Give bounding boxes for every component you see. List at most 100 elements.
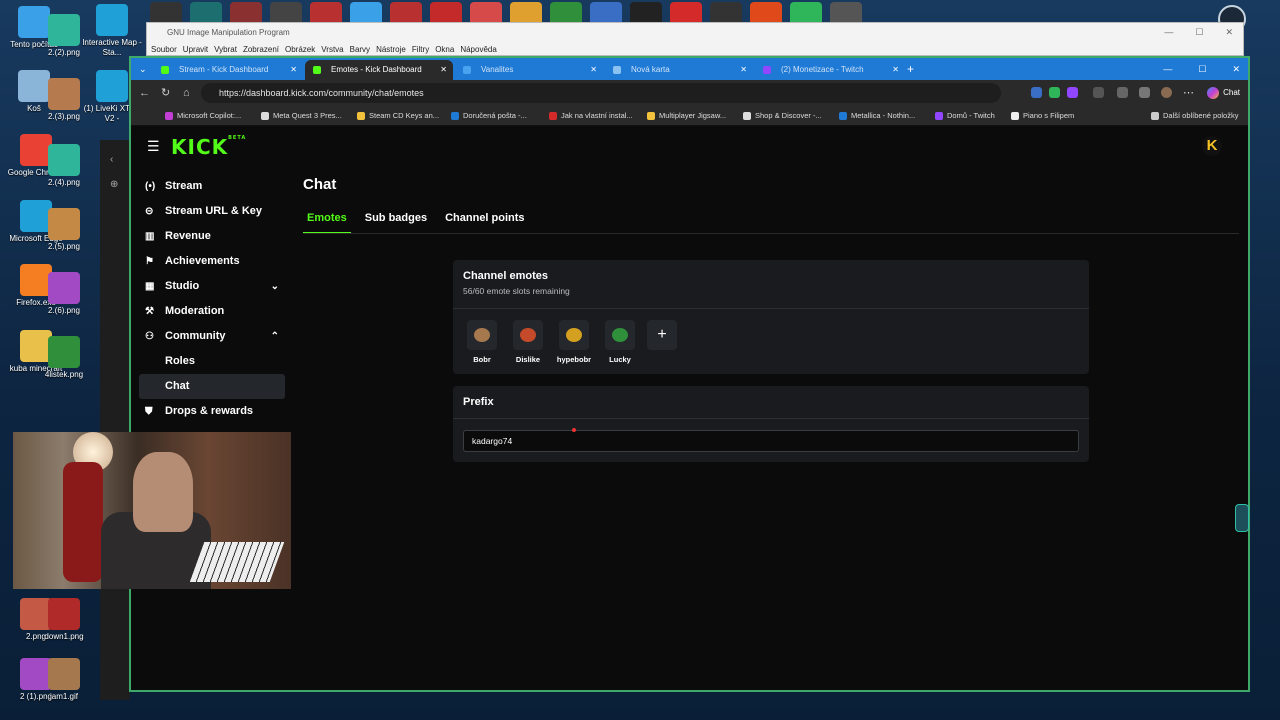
desktop-icon-label: Interactive Map - Sta... bbox=[82, 38, 142, 57]
sidebar-item-stream[interactable]: (•) Stream bbox=[139, 174, 285, 199]
collections-icon[interactable] bbox=[1139, 87, 1150, 98]
bookmark-item[interactable]: Piano s Filipem bbox=[1011, 106, 1074, 126]
browser-tab[interactable]: (2) Monetizace - Twitch ✕ bbox=[755, 60, 905, 80]
gimp-menu-item[interactable]: Okna bbox=[435, 45, 454, 54]
bookmark-item[interactable]: Shop & Discover -... bbox=[743, 106, 822, 126]
tab-close-icon[interactable]: ✕ bbox=[440, 60, 447, 80]
favorites-icon[interactable] bbox=[1117, 87, 1128, 98]
sidebar-item-community[interactable]: ⚇ Community ⌃ bbox=[139, 324, 285, 349]
url-text[interactable]: https://dashboard.kick.com/community/cha… bbox=[219, 83, 424, 103]
emote-picture bbox=[612, 328, 628, 342]
copilot-icon bbox=[1207, 87, 1220, 99]
emote-picture bbox=[474, 328, 490, 342]
chevron-left-icon[interactable]: ‹ bbox=[110, 154, 130, 165]
desktop-icon[interactable]: 2.(5).png bbox=[32, 208, 96, 252]
maximize-icon[interactable]: ☐ bbox=[1195, 27, 1203, 38]
desktop-icon[interactable]: 2.(4).png bbox=[32, 144, 96, 188]
extension-twitch-icon[interactable] bbox=[1067, 87, 1078, 98]
gimp-window-controls: — ☐ ✕ bbox=[1164, 27, 1233, 38]
extension-adblock-icon[interactable] bbox=[1049, 87, 1060, 98]
gimp-menu-item[interactable]: Obrázek bbox=[285, 45, 315, 54]
gimp-menu: Soubor Upravit Vybrat Zobrazení Obrázek Vrstv… bbox=[151, 45, 497, 54]
sidebar-item-chat[interactable]: Chat bbox=[139, 374, 285, 399]
add-emote-button[interactable]: + bbox=[647, 320, 677, 350]
desktop-icon[interactable]: 4listek.png bbox=[32, 336, 96, 380]
bookmark-item[interactable]: Doručená pošta -... bbox=[451, 106, 527, 126]
desktop-icon[interactable]: down1.png bbox=[32, 598, 96, 642]
bookmark-item[interactable]: Microsoft Copilot:... bbox=[165, 106, 241, 126]
tab-sub-badges[interactable]: Sub badges bbox=[361, 212, 431, 234]
extension-refresh-icon[interactable] bbox=[1093, 87, 1104, 98]
sidebar-item-revenue[interactable]: ▥ Revenue bbox=[139, 224, 285, 249]
bookmark-icon bbox=[451, 112, 459, 120]
sidebar-item-moderation[interactable]: ⚒ Moderation bbox=[139, 299, 285, 324]
profile-avatar-icon[interactable] bbox=[1161, 87, 1172, 98]
tab-bar: ⌄ Stream - Kick Dashboard ✕ Emotes - Kick … bbox=[131, 58, 1248, 80]
emote-name: Lucky bbox=[609, 355, 631, 364]
gimp-menu-item[interactable]: Upravit bbox=[183, 45, 208, 54]
desktop-icon[interactable]: 2.(6).png bbox=[32, 272, 96, 316]
bookmark-item[interactable]: Steam CD Keys an... bbox=[357, 106, 439, 126]
bookmark-item[interactable]: Meta Quest 3 Pres... bbox=[261, 106, 342, 126]
bookmark-item[interactable]: Další oblíbené položky bbox=[1151, 106, 1238, 126]
mouse-cursor bbox=[572, 428, 576, 432]
emote-item[interactable]: Lucky bbox=[601, 320, 639, 364]
tab-channel-points[interactable]: Channel points bbox=[441, 212, 528, 234]
url-field[interactable]: https://dashboard.kick.com/community/cha… bbox=[201, 83, 1001, 103]
minimize-icon[interactable]: — bbox=[1164, 27, 1173, 38]
more-icon[interactable]: ⋯ bbox=[1183, 80, 1194, 106]
tab-emotes[interactable]: Emotes bbox=[303, 212, 351, 234]
close-icon[interactable]: ✕ bbox=[1232, 58, 1240, 80]
maximize-icon[interactable]: ☐ bbox=[1198, 58, 1206, 80]
gimp-menu-item[interactable]: Filtry bbox=[412, 45, 429, 54]
bookmark-item[interactable]: Multiplayer Jigsaw... bbox=[647, 106, 726, 126]
tab-close-icon[interactable]: ✕ bbox=[590, 60, 597, 80]
side-widget-icon[interactable] bbox=[1235, 504, 1249, 532]
emote-item[interactable]: hypebobr bbox=[555, 320, 593, 364]
tab-actions-icon[interactable]: ⌄ bbox=[139, 58, 147, 80]
gimp-menu-item[interactable]: Vrstva bbox=[321, 45, 343, 54]
gimp-menu-item[interactable]: Zobrazení bbox=[243, 45, 279, 54]
sidebar-item-roles[interactable]: Roles bbox=[139, 349, 285, 374]
desktop-icon[interactable]: jam1.gif bbox=[32, 658, 96, 702]
browser-tab[interactable]: Stream - Kick Dashboard ✕ bbox=[153, 60, 303, 80]
sidebar-item-stream-url-key[interactable]: ⊝ Stream URL & Key bbox=[139, 199, 285, 224]
tab-favicon-icon bbox=[161, 66, 169, 74]
kick-logo[interactable]: KICKBETA bbox=[171, 135, 246, 159]
browser-tab[interactable]: Vanalites ✕ bbox=[455, 60, 603, 80]
gimp-menu-item[interactable]: Soubor bbox=[151, 45, 177, 54]
prefix-input[interactable]: kadargo74 bbox=[463, 430, 1079, 452]
gimp-menu-item[interactable]: Nápověda bbox=[460, 45, 496, 54]
back-icon[interactable]: ← bbox=[139, 80, 150, 106]
browser-tab[interactable]: Emotes - Kick Dashboard ✕ bbox=[305, 60, 453, 80]
sidebar-item-drops-rewards[interactable]: ⛊ Drops & rewards bbox=[139, 399, 285, 424]
reload-icon[interactable]: ↻ bbox=[161, 80, 170, 106]
home-icon[interactable]: ⌂ bbox=[183, 80, 190, 106]
user-avatar[interactable]: K bbox=[1202, 136, 1222, 156]
sidebar-item-achievements[interactable]: ⚑ Achievements bbox=[139, 249, 285, 274]
tab-close-icon[interactable]: ✕ bbox=[740, 60, 747, 80]
bookmark-item[interactable]: Jak na vlastní instal... bbox=[549, 106, 633, 126]
tab-close-icon[interactable]: ✕ bbox=[892, 60, 899, 80]
extension-shield-icon[interactable] bbox=[1031, 87, 1042, 98]
desktop-icon[interactable]: Interactive Map - Sta... bbox=[80, 4, 144, 58]
emote-item[interactable]: Dislike bbox=[509, 320, 547, 364]
webcam-chair bbox=[63, 462, 103, 582]
emote-item[interactable]: Bobr bbox=[463, 320, 501, 364]
circle-icon[interactable]: ⊕ bbox=[110, 179, 130, 190]
chevron-icon[interactable]: ⌄ bbox=[271, 274, 279, 299]
close-icon[interactable]: ✕ bbox=[1225, 27, 1233, 38]
new-tab-button[interactable]: + bbox=[907, 58, 914, 80]
bookmark-item[interactable]: Metallica - Nothin... bbox=[839, 106, 915, 126]
chevron-icon[interactable]: ⌃ bbox=[271, 324, 279, 349]
minimize-icon[interactable]: — bbox=[1163, 58, 1172, 80]
bookmark-item[interactable]: Domů - Twitch bbox=[935, 106, 995, 126]
menu-icon[interactable]: ☰ bbox=[147, 138, 160, 155]
gimp-menu-item[interactable]: Barvy bbox=[350, 45, 370, 54]
gimp-menu-item[interactable]: Vybrat bbox=[214, 45, 237, 54]
sidebar-item-studio[interactable]: ▦ Studio ⌄ bbox=[139, 274, 285, 299]
tab-close-icon[interactable]: ✕ bbox=[290, 60, 297, 80]
copilot-chat-button[interactable]: Chat bbox=[1207, 84, 1240, 102]
gimp-menu-item[interactable]: Nástroje bbox=[376, 45, 406, 54]
browser-tab[interactable]: Nová karta ✕ bbox=[605, 60, 753, 80]
